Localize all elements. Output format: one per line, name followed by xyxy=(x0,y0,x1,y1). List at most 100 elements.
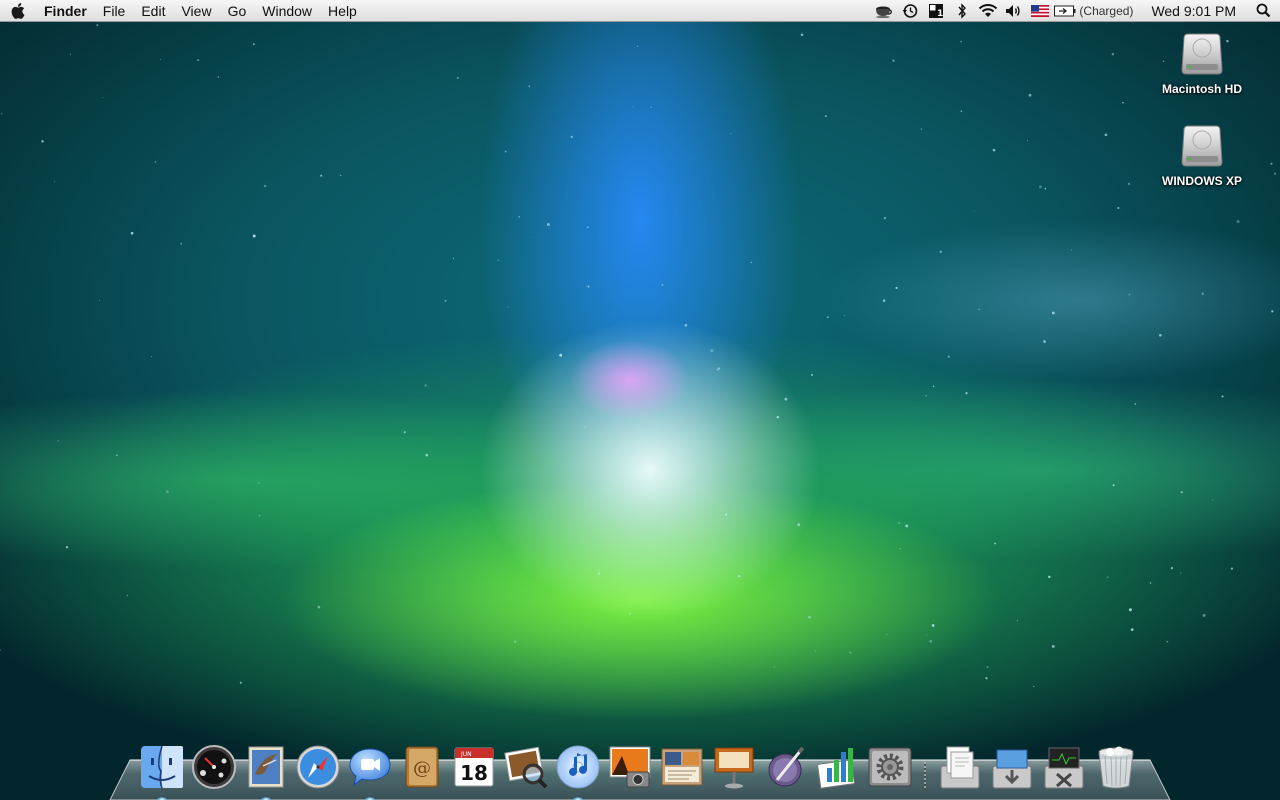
dock-downloads-stack[interactable] xyxy=(986,738,1038,790)
star xyxy=(933,620,934,622)
star xyxy=(843,315,845,317)
menu-go[interactable]: Go xyxy=(220,0,255,22)
star xyxy=(905,524,909,528)
star xyxy=(320,174,323,177)
star xyxy=(892,59,895,62)
star xyxy=(985,677,988,680)
star xyxy=(116,454,118,457)
star xyxy=(882,299,886,302)
menu-clock[interactable]: Wed 9:01 PM xyxy=(1141,3,1246,19)
star xyxy=(424,384,427,387)
dock-safari[interactable] xyxy=(292,738,344,790)
spotlight-search-icon[interactable] xyxy=(1246,0,1280,22)
star xyxy=(69,53,71,55)
star xyxy=(994,542,996,545)
star xyxy=(797,523,801,527)
star xyxy=(504,150,507,153)
dock-preview[interactable] xyxy=(500,738,552,790)
star xyxy=(1130,628,1134,631)
spaces-icon[interactable]: 1 xyxy=(923,0,949,22)
star xyxy=(597,572,601,575)
star xyxy=(986,666,989,669)
star xyxy=(559,353,563,357)
dock-ichat[interactable] xyxy=(344,738,396,800)
dock-itunes[interactable] xyxy=(552,738,604,800)
app-menu-finder[interactable]: Finder xyxy=(36,0,95,22)
dock-ical[interactable]: JUN 18 xyxy=(448,738,500,790)
battery-icon[interactable] xyxy=(1053,0,1077,22)
volume-icon[interactable] xyxy=(1001,0,1027,22)
star xyxy=(317,605,321,609)
dock-finder[interactable] xyxy=(136,738,188,800)
star xyxy=(1270,162,1273,165)
dock-iwork-pages[interactable] xyxy=(656,738,708,790)
desktop-icon-windows-xp[interactable]: WINDOWS XP xyxy=(1152,122,1252,190)
star xyxy=(546,223,550,226)
dock-keynote[interactable] xyxy=(708,738,760,790)
dock-mail[interactable] xyxy=(240,738,292,800)
dock-script-editor[interactable] xyxy=(760,738,812,790)
menu-edit[interactable]: Edit xyxy=(133,0,173,22)
dashboard-icon xyxy=(192,745,236,789)
dock-documents-stack[interactable] xyxy=(934,738,986,790)
svg-text:@: @ xyxy=(413,758,431,779)
dock-dashboard[interactable] xyxy=(188,738,240,790)
star xyxy=(684,323,688,327)
star xyxy=(96,24,99,27)
star xyxy=(725,513,728,516)
menu-window[interactable]: Window xyxy=(254,0,320,22)
svg-text:JUN: JUN xyxy=(460,751,472,758)
address-book-icon: @ xyxy=(405,746,439,788)
star xyxy=(587,285,590,288)
desktop-icon-macintosh-hd[interactable]: Macintosh HD xyxy=(1152,30,1252,98)
dock-separator[interactable] xyxy=(916,738,934,790)
star xyxy=(849,651,852,654)
dock-utilities-stack[interactable] xyxy=(1038,738,1090,790)
trash-icon xyxy=(1098,746,1134,789)
star xyxy=(166,490,169,494)
dock-system-preferences[interactable] xyxy=(864,738,916,790)
star xyxy=(197,59,200,62)
star xyxy=(1134,403,1137,405)
star xyxy=(57,440,59,442)
star xyxy=(1128,294,1130,296)
dock-numbers[interactable] xyxy=(812,738,864,790)
menu-help[interactable]: Help xyxy=(320,0,365,22)
star xyxy=(895,286,898,289)
dock-iphoto[interactable] xyxy=(604,738,656,790)
star xyxy=(528,237,530,239)
star xyxy=(814,650,816,652)
star xyxy=(750,261,752,264)
safari-icon xyxy=(296,745,340,789)
star xyxy=(41,140,44,143)
star xyxy=(929,639,933,643)
numbers-icon xyxy=(816,748,856,789)
star xyxy=(947,355,950,358)
star xyxy=(1212,499,1214,501)
star xyxy=(886,633,888,636)
us-flag-input-icon[interactable] xyxy=(1027,0,1053,22)
bluetooth-icon[interactable] xyxy=(949,0,975,22)
iphoto-icon xyxy=(609,746,651,788)
star xyxy=(1051,645,1055,648)
dock-address-book[interactable]: @ xyxy=(396,738,448,790)
dock-trash[interactable] xyxy=(1090,738,1142,790)
star xyxy=(1201,292,1204,295)
wifi-icon[interactable] xyxy=(975,0,1001,22)
star xyxy=(1039,185,1042,189)
finder-icon xyxy=(141,745,183,789)
menu-file[interactable]: File xyxy=(95,0,134,22)
star xyxy=(239,681,242,684)
dock: @ JUN 18 xyxy=(136,734,1142,800)
star xyxy=(252,234,256,238)
star xyxy=(710,349,714,353)
star xyxy=(992,148,996,152)
coffee-cup-icon[interactable] xyxy=(871,0,897,22)
star xyxy=(650,106,652,108)
time-machine-icon[interactable] xyxy=(897,0,923,22)
star xyxy=(1180,491,1183,494)
star xyxy=(1033,686,1035,688)
menu-view[interactable]: View xyxy=(173,0,219,22)
star xyxy=(808,615,811,619)
apple-menu-icon[interactable] xyxy=(0,0,36,22)
